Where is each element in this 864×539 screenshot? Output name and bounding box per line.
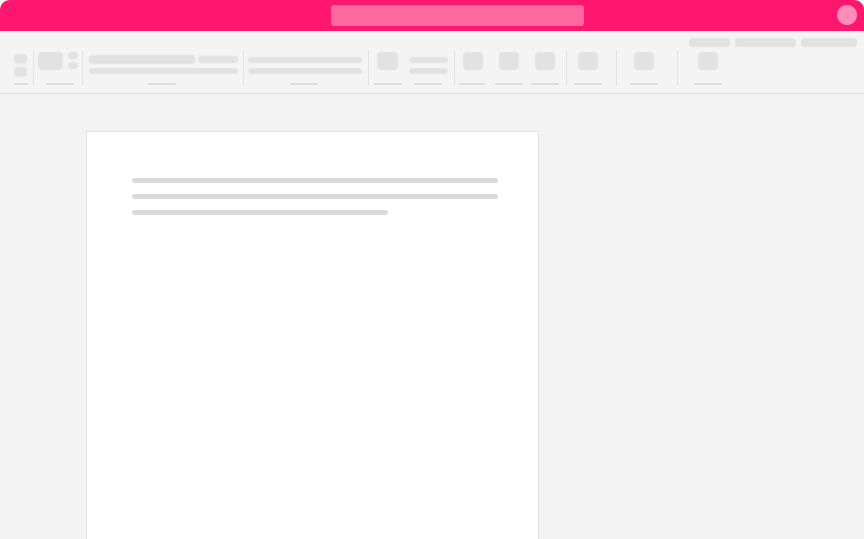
paste-icon[interactable] (38, 52, 63, 70)
find-icon[interactable] (409, 57, 448, 63)
addins-icon[interactable] (535, 52, 555, 70)
replace-button[interactable] (409, 68, 448, 74)
ribbon-separator (616, 50, 617, 86)
font-size-dropdown[interactable] (198, 56, 238, 63)
dictate-icon[interactable] (463, 52, 483, 70)
ribbon-separator (368, 50, 369, 86)
share-button[interactable] (801, 38, 857, 47)
font-formatting-row[interactable] (89, 68, 238, 74)
paragraph-group-caption (290, 83, 318, 85)
paragraph-list-row[interactable] (248, 68, 362, 74)
ribbon-separator (82, 50, 83, 86)
ribbon-separator (677, 50, 678, 86)
paragraph-alignment-row[interactable] (248, 57, 362, 63)
ribbon-separator (454, 50, 455, 86)
comments-button[interactable] (689, 38, 730, 47)
document-text-line (132, 194, 498, 199)
undo-icon[interactable] (14, 54, 27, 64)
designer-icon[interactable] (578, 52, 598, 70)
ribbon-separator (33, 50, 34, 86)
font-group-caption (148, 83, 176, 85)
undo-group-caption (14, 83, 28, 85)
share-icon[interactable] (698, 52, 718, 70)
editing-mode-button[interactable] (735, 38, 796, 47)
copy-icon[interactable] (68, 62, 78, 69)
copilot-icon[interactable] (634, 52, 654, 70)
copilot-caption (630, 83, 658, 85)
account-avatar[interactable] (837, 5, 857, 25)
word-processor-window (0, 0, 864, 539)
designer-caption (574, 83, 602, 85)
editor-icon[interactable] (499, 52, 519, 70)
style-icon[interactable] (377, 52, 398, 70)
document-page[interactable] (86, 131, 539, 539)
styles-caption (374, 83, 402, 85)
document-text-line (132, 210, 388, 215)
dictate-caption (459, 83, 485, 85)
redo-icon[interactable] (14, 67, 27, 77)
ribbon-separator (243, 50, 244, 86)
font-name-dropdown[interactable] (89, 55, 195, 64)
document-text-line (132, 178, 498, 183)
title-bar (0, 0, 864, 31)
search-input[interactable] (331, 5, 584, 26)
ribbon-separator (566, 50, 567, 86)
editing-caption (414, 83, 442, 85)
clipboard-group-caption (46, 83, 74, 85)
addins-caption (531, 83, 559, 85)
cut-icon[interactable] (68, 52, 78, 59)
share-caption (694, 83, 722, 85)
editor-caption (495, 83, 523, 85)
